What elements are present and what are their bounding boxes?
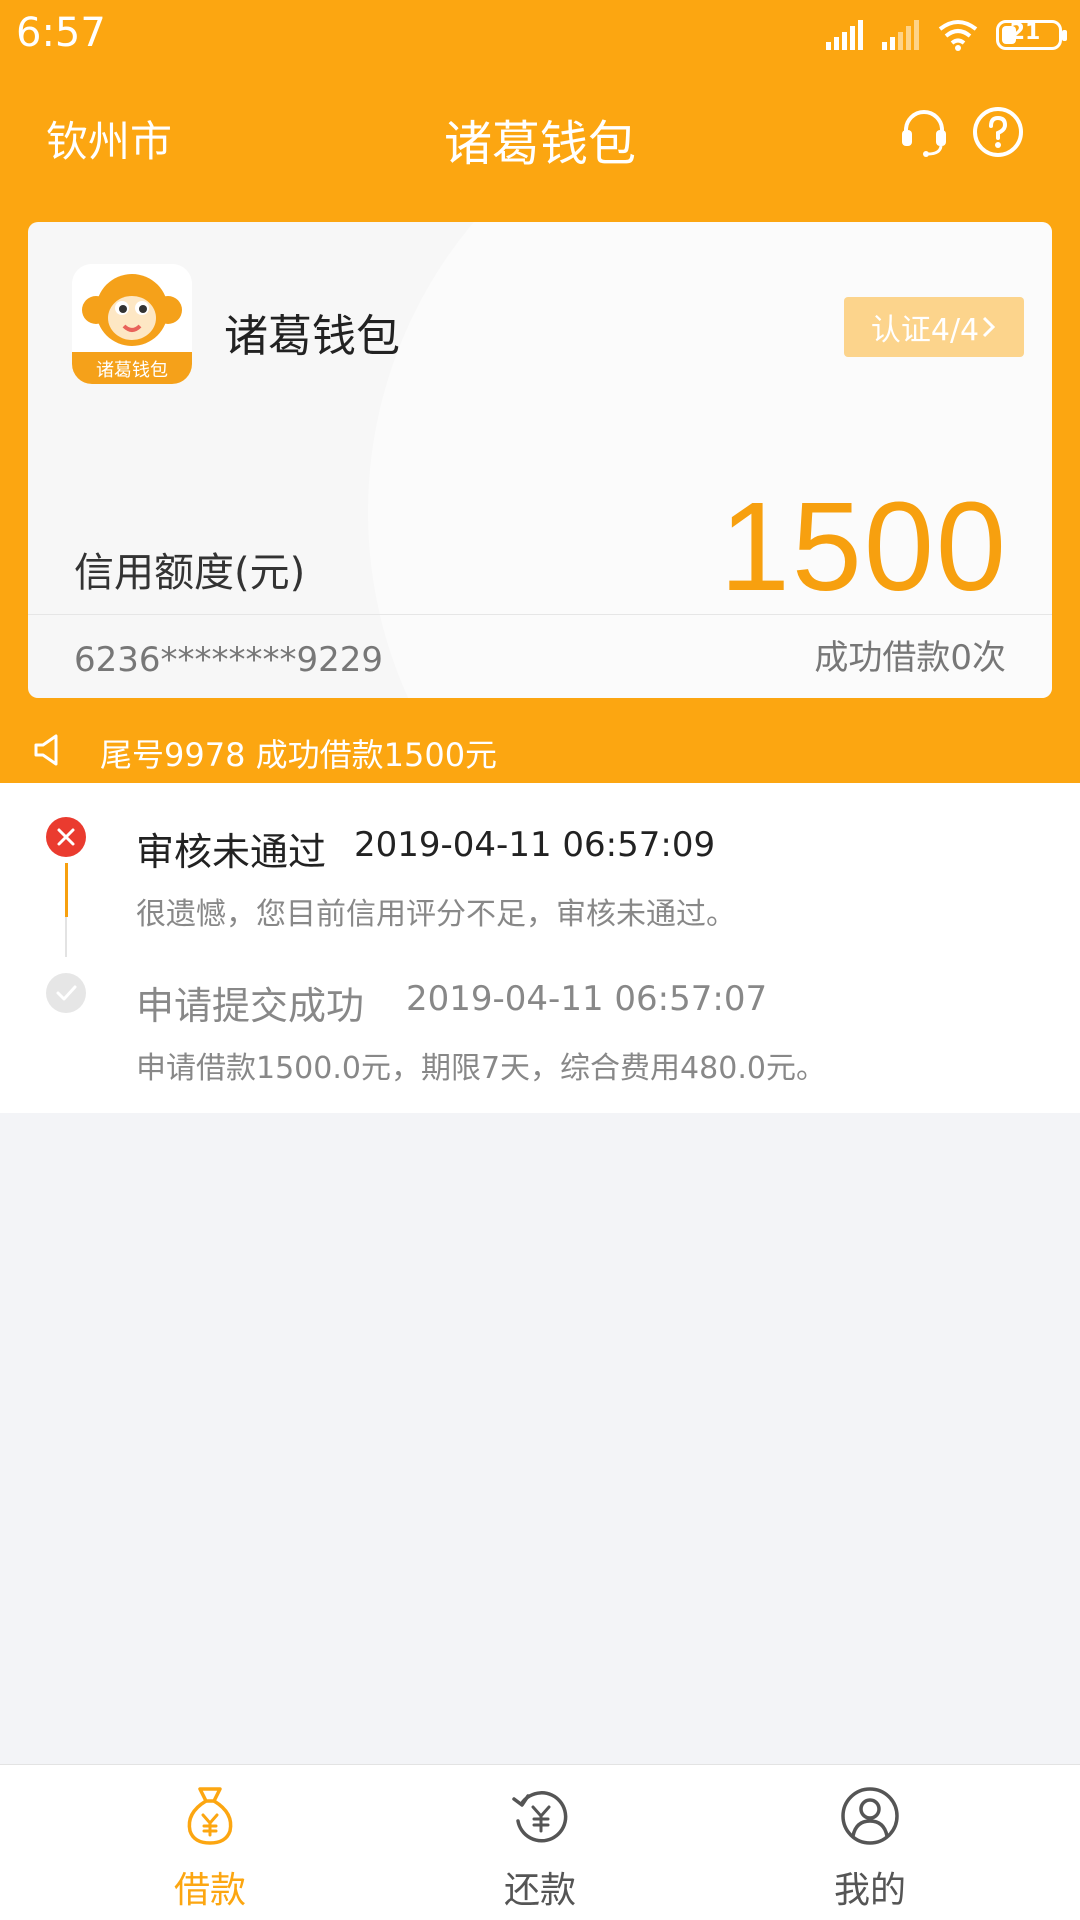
- money-bag-icon: [187, 1787, 233, 1845]
- card-sheen: [368, 222, 1052, 698]
- notice-text: 尾号9978 成功借款1500元: [100, 736, 498, 774]
- bank-card-number: 6236********9229: [74, 640, 384, 680]
- status-icons: 21: [826, 14, 1067, 56]
- timeline-item-desc: 很遗憾，您目前信用评分不足，审核未通过。: [136, 897, 736, 932]
- status-bar: 6:57 21: [0, 0, 1080, 70]
- fail-icon: [46, 817, 86, 857]
- notice-bar: 尾号9978 成功借款1500元: [0, 720, 1080, 780]
- credit-card: 诸葛钱包 诸葛钱包 认证4/4 信用额度(元) 1500 6236*******…: [28, 222, 1052, 698]
- svg-text:诸葛钱包: 诸葛钱包: [96, 360, 168, 381]
- timeline-line-inactive: [65, 917, 67, 957]
- application-timeline: 审核未通过 2019-04-11 06:57:09 很遗憾，您目前信用评分不足，…: [0, 783, 1080, 1113]
- monkey-logo-icon: 诸葛钱包: [72, 264, 192, 384]
- loan-count: 成功借款0次: [814, 638, 1006, 678]
- chevron-right-icon: [983, 316, 996, 338]
- signal-icon: [826, 20, 863, 50]
- battery-tip: [1062, 30, 1067, 41]
- credit-limit-value: 1500: [719, 476, 1008, 617]
- tab-label: 我的: [833, 1870, 906, 1911]
- timeline-item-time: 2019-04-11 06:57:09: [354, 825, 716, 865]
- check-icon: [46, 973, 86, 1013]
- timeline-item-time: 2019-04-11 06:57:07: [406, 979, 768, 1019]
- credit-limit-label: 信用额度(元): [74, 550, 306, 596]
- tab-label: 借款: [173, 1870, 246, 1911]
- timeline-item-title: 申请提交成功: [136, 984, 365, 1028]
- timeline-item-title: 审核未通过: [136, 830, 327, 874]
- battery-icon: 21: [996, 20, 1067, 50]
- speaker-icon: [34, 734, 58, 766]
- verify-button[interactable]: 认证4/4: [844, 297, 1024, 357]
- tab-mine[interactable]: 我的: [770, 1785, 970, 1915]
- signal-weak-icon: [882, 20, 919, 50]
- card-app-name: 诸葛钱包: [224, 311, 400, 362]
- help-icon[interactable]: [970, 104, 1026, 160]
- tab-loan[interactable]: 借款: [110, 1785, 310, 1915]
- customer-service-icon[interactable]: [896, 104, 952, 160]
- verify-label: 认证4/4: [870, 313, 980, 348]
- status-time: 6:57: [16, 10, 106, 56]
- app-logo: 诸葛钱包: [72, 264, 192, 384]
- repay-icon: [512, 1791, 568, 1843]
- timeline-item-desc: 申请借款1500.0元，期限7天，综合费用480.0元。: [136, 1051, 826, 1086]
- tab-repay[interactable]: 还款: [440, 1785, 640, 1915]
- battery-level: 21: [1009, 20, 1041, 45]
- timeline-line-active: [65, 863, 68, 917]
- card-divider: [28, 614, 1052, 615]
- user-icon: [841, 1787, 899, 1845]
- top-nav: 钦州市 诸葛钱包: [0, 90, 1080, 180]
- wifi-icon: [938, 20, 978, 51]
- tab-label: 还款: [503, 1870, 576, 1911]
- bottom-tab-bar: 借款 还款 我的: [0, 1764, 1080, 1920]
